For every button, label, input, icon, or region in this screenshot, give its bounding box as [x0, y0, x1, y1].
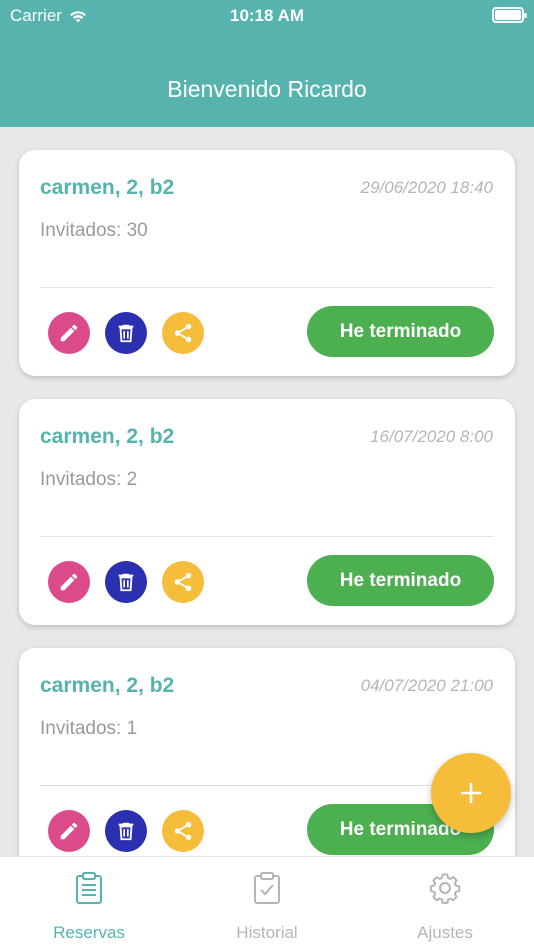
share-icon — [174, 323, 192, 343]
reservation-datetime: 29/06/2020 18:40 — [360, 178, 493, 197]
reservation-address: carmen, 2, b2 — [40, 674, 175, 697]
page-title: Bienvenido Ricardo — [167, 76, 367, 102]
card-divider — [40, 536, 493, 537]
plus-icon — [460, 782, 482, 804]
status-bar: Carrier 10:18 AM — [0, 0, 534, 30]
tab-label: Reservas — [53, 923, 125, 942]
gear-icon — [429, 873, 461, 904]
tab-label: Historial — [236, 923, 298, 942]
delete-button[interactable] — [105, 810, 147, 852]
finished-button[interactable]: He terminado — [307, 555, 494, 606]
edit-button[interactable] — [48, 810, 90, 852]
pencil-icon — [60, 324, 78, 342]
app-header: Carrier 10:18 AM Bienvenido Ricardo — [0, 0, 534, 127]
reservation-datetime: 16/07/2020 8:00 — [370, 427, 493, 446]
reservation-guests: Invitados: 30 — [40, 220, 148, 241]
edit-button[interactable] — [48, 561, 90, 603]
tab-historial[interactable]: Historial — [178, 857, 356, 950]
tab-ajustes[interactable]: Ajustes — [356, 857, 534, 950]
reservation-card: carmen, 2, b2 29/06/2020 18:40 Invitados… — [19, 150, 515, 376]
bottom-tab-bar: Reservas Historial Ajustes — [0, 856, 534, 950]
tab-reservas[interactable]: Reservas — [0, 857, 178, 950]
reservation-card: carmen, 2, b2 16/07/2020 8:00 Invitados:… — [19, 399, 515, 625]
share-button[interactable] — [162, 561, 204, 603]
trash-icon — [118, 822, 134, 841]
share-icon — [174, 821, 192, 841]
trash-icon — [118, 573, 134, 592]
reservation-address: carmen, 2, b2 — [40, 176, 175, 199]
reservation-guests: Invitados: 2 — [40, 469, 138, 490]
share-button[interactable] — [162, 810, 204, 852]
pencil-icon — [60, 573, 78, 591]
edit-button[interactable] — [48, 312, 90, 354]
reservation-datetime: 04/07/2020 21:00 — [360, 676, 493, 695]
finished-button[interactable]: He terminado — [307, 306, 494, 357]
reservation-guests: Invitados: 1 — [40, 718, 138, 739]
reservation-address: carmen, 2, b2 — [40, 425, 175, 448]
clipboard-check-icon — [254, 872, 280, 904]
delete-button[interactable] — [105, 561, 147, 603]
delete-button[interactable] — [105, 312, 147, 354]
status-time: 10:18 AM — [229, 6, 304, 25]
add-reservation-button[interactable] — [431, 753, 511, 833]
card-divider — [40, 785, 493, 786]
share-icon — [174, 572, 192, 592]
trash-icon — [118, 324, 134, 343]
card-divider — [40, 287, 493, 288]
tab-label: Ajustes — [417, 923, 473, 942]
battery-icon — [492, 7, 527, 23]
pencil-icon — [60, 822, 78, 840]
clipboard-list-icon — [76, 872, 102, 904]
reservation-card: carmen, 2, b2 04/07/2020 21:00 Invitados… — [19, 648, 515, 874]
share-button[interactable] — [162, 312, 204, 354]
